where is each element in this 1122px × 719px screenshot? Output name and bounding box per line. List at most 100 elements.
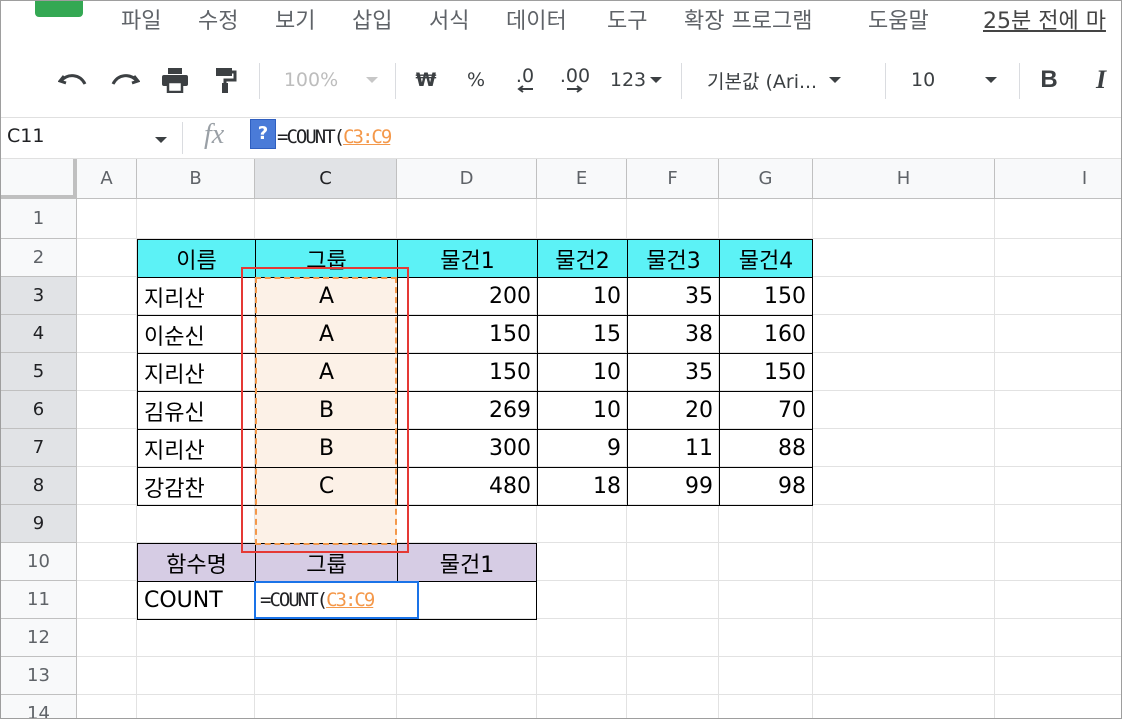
table-cell[interactable]: 160 (719, 315, 813, 354)
row-header-8[interactable]: 8 (1, 467, 77, 505)
column-header-a[interactable]: A (77, 159, 137, 199)
column-header-g[interactable]: G (719, 159, 813, 199)
column-header-h[interactable]: H (813, 159, 995, 199)
summary-header-cell[interactable]: 물건1 (397, 543, 537, 582)
table-cell[interactable]: 200 (397, 277, 538, 316)
row-header-2[interactable]: 2 (1, 239, 77, 277)
row-header-10[interactable]: 10 (1, 543, 77, 581)
percent-icon: % (466, 69, 486, 91)
toolbar: 100% ₩ % .0 .00 123 기본값 (Ari... 10 B I (1, 53, 1121, 107)
currency-format-button[interactable]: ₩ (411, 63, 441, 97)
table-cell[interactable]: 10 (537, 353, 628, 392)
formula-help-icon[interactable]: ? (250, 119, 276, 149)
menu-insert[interactable]: 삽입 (352, 3, 392, 35)
column-header-e[interactable]: E (537, 159, 627, 199)
row-header-7[interactable]: 7 (1, 429, 77, 467)
row-header-5[interactable]: 5 (1, 353, 77, 391)
column-header-c[interactable]: C (255, 159, 397, 199)
paint-format-button[interactable] (205, 63, 245, 97)
summary-header-cell[interactable]: 함수명 (137, 543, 256, 582)
table-cell[interactable]: 강감찬 (137, 467, 256, 506)
chevron-down-icon (829, 77, 842, 83)
zoom-select[interactable]: 100% (281, 63, 381, 97)
menu-help[interactable]: 도움말 (868, 3, 929, 35)
row-header-9[interactable]: 9 (1, 505, 77, 543)
table-cell[interactable]: 300 (397, 429, 538, 468)
table-cell[interactable]: 18 (537, 467, 628, 506)
table-cell[interactable]: 150 (397, 353, 538, 392)
font-size-select[interactable]: 10 (911, 63, 1007, 97)
row-header-13[interactable]: 13 (1, 657, 77, 695)
table-header-cell[interactable]: 물건2 (537, 239, 628, 278)
redo-button[interactable] (105, 63, 145, 97)
table-cell[interactable]: 99 (627, 467, 720, 506)
table-cell[interactable]: 150 (719, 353, 813, 392)
row-header-4[interactable]: 4 (1, 315, 77, 353)
more-formats-button[interactable]: 123 (605, 63, 667, 97)
table-cell[interactable]: 38 (627, 315, 720, 354)
menu-extensions[interactable]: 확장 프로그램 (684, 3, 812, 35)
column-header-i[interactable]: I (995, 159, 1121, 199)
formula-bar: C11 fx ? =COUNT(C3:C9 (1, 117, 1121, 159)
column-header-f[interactable]: F (627, 159, 719, 199)
column-header-d[interactable]: D (397, 159, 537, 199)
formula-input[interactable]: =COUNT(C3:C9 (277, 126, 392, 148)
decrease-decimal-button[interactable]: .0 (505, 63, 545, 97)
undo-icon (58, 74, 87, 85)
column-header-b[interactable]: B (137, 159, 255, 199)
table-cell[interactable]: 11 (627, 429, 720, 468)
table-cell[interactable]: 15 (537, 315, 628, 354)
row-header-6[interactable]: 6 (1, 391, 77, 429)
name-box[interactable]: C11 (7, 125, 44, 147)
table-cell[interactable]: 269 (397, 391, 538, 430)
chevron-down-icon[interactable] (155, 137, 167, 143)
row-header-3[interactable]: 3 (1, 277, 77, 315)
table-header-cell[interactable]: 물건4 (719, 239, 813, 278)
row-header-14[interactable]: 14 (1, 695, 77, 718)
table-cell[interactable]: 9 (537, 429, 628, 468)
row-header-11[interactable]: 11 (1, 581, 77, 619)
menu-edit[interactable]: 수정 (198, 3, 238, 35)
table-cell[interactable]: 98 (719, 467, 813, 506)
undo-button[interactable] (53, 63, 93, 97)
last-edit-link[interactable]: 25분 전에 마 (983, 3, 1106, 35)
table-cell[interactable]: 480 (397, 467, 538, 506)
table-cell[interactable]: 김유신 (137, 391, 256, 430)
print-button[interactable] (155, 63, 195, 97)
select-all-corner[interactable] (1, 159, 77, 199)
table-cell[interactable]: 10 (537, 277, 628, 316)
table-header-cell[interactable]: 물건1 (397, 239, 538, 278)
menu-format[interactable]: 서식 (429, 3, 469, 35)
italic-button[interactable]: I (1085, 63, 1117, 97)
sheets-logo[interactable] (35, 1, 83, 17)
table-cell[interactable]: 20 (627, 391, 720, 430)
table-cell[interactable]: 지리산 (137, 429, 256, 468)
table-cell[interactable]: 35 (627, 277, 720, 316)
more-formats-label: 123 (609, 69, 647, 91)
summary-cell[interactable]: COUNT (137, 581, 256, 620)
table-cell[interactable]: 88 (719, 429, 813, 468)
table-cell[interactable]: 150 (719, 277, 813, 316)
menu-view[interactable]: 보기 (275, 3, 315, 35)
table-header-cell[interactable]: 이름 (137, 239, 256, 278)
increase-decimal-button[interactable]: .00 (555, 63, 595, 97)
table-header-cell[interactable]: 물건3 (627, 239, 720, 278)
arrow-right-icon (567, 85, 583, 93)
menu-file[interactable]: 파일 (121, 3, 161, 35)
row-header-1[interactable]: 1 (1, 199, 77, 239)
table-cell[interactable]: 지리산 (137, 277, 256, 316)
bold-button[interactable]: B (1033, 63, 1065, 97)
menu-data[interactable]: 데이터 (506, 3, 567, 35)
table-cell[interactable]: 지리산 (137, 353, 256, 392)
active-cell-editor[interactable]: =COUNT(C3:C9 (254, 581, 419, 619)
percent-format-button[interactable]: % (461, 63, 491, 97)
row-header-12[interactable]: 12 (1, 619, 77, 657)
table-cell[interactable]: 150 (397, 315, 538, 354)
font-family-select[interactable]: 기본값 (Ari... (707, 63, 873, 97)
gridline (77, 694, 1121, 695)
menu-tools[interactable]: 도구 (607, 3, 647, 35)
table-cell[interactable]: 70 (719, 391, 813, 430)
table-cell[interactable]: 10 (537, 391, 628, 430)
table-cell[interactable]: 35 (627, 353, 720, 392)
table-cell[interactable]: 이순신 (137, 315, 256, 354)
